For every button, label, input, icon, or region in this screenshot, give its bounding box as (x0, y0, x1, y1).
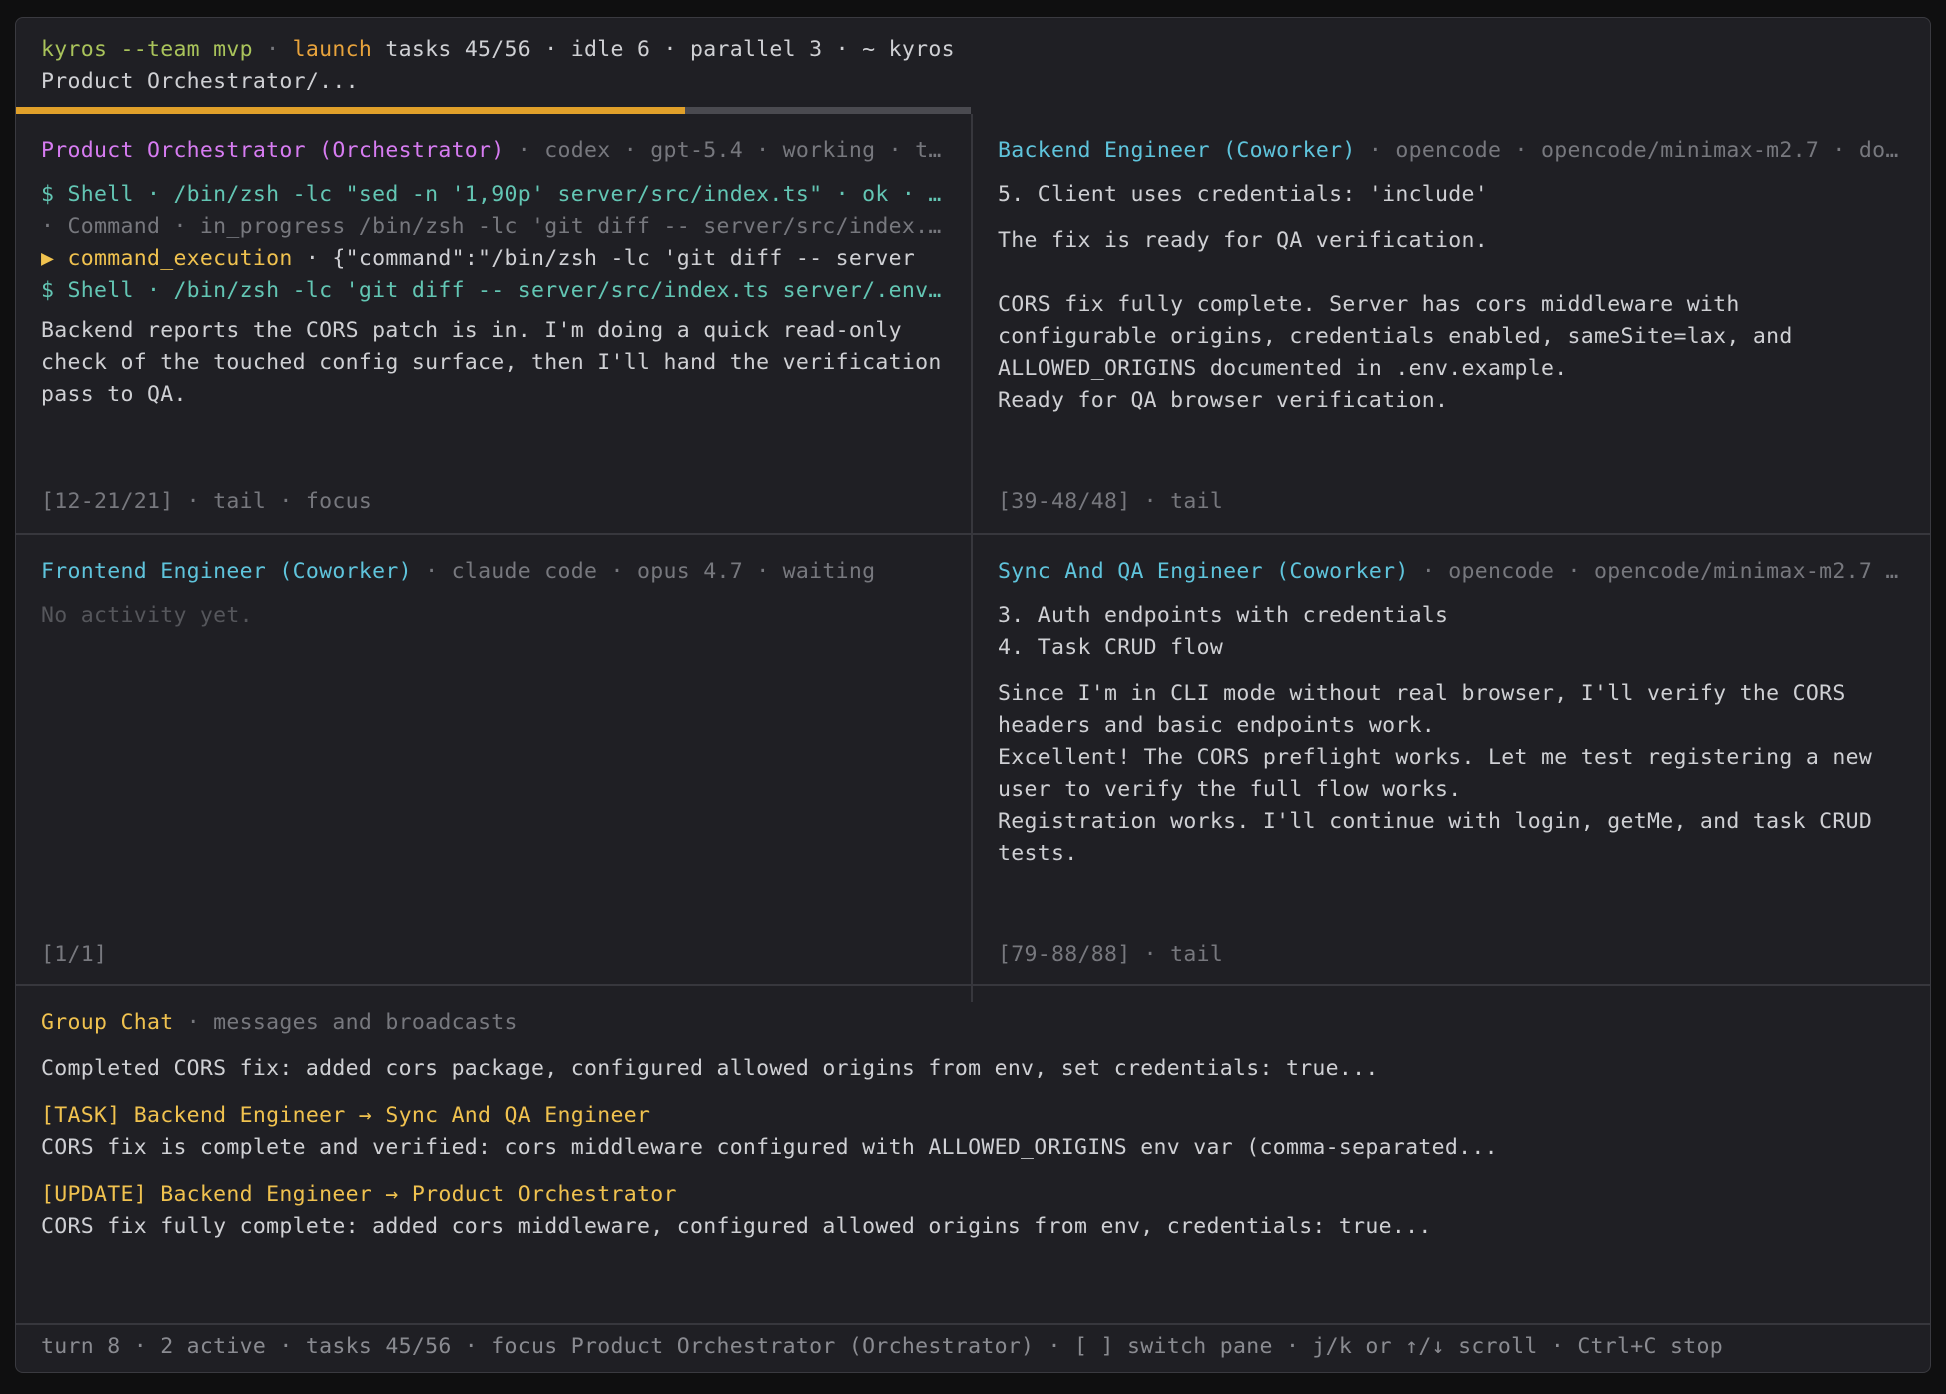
command-execution-entry: ▶ command_execution · {"command":"/bin/z… (41, 243, 946, 275)
pane-title: Frontend Engineer (Coworker) (41, 559, 412, 584)
pane-footer: [12-21/21] · tail · focus (41, 489, 373, 514)
command-entry: · Command · in_progress /bin/zsh -lc 'gi… (41, 214, 942, 239)
chat-message-header: [TASK] Backend Engineer → Sync And QA En… (41, 1103, 651, 1128)
pane-meta: · opencode · opencode/minimax-m2.7 · do… (1355, 138, 1899, 163)
chat-header: Group Chat · messages and broadcasts (41, 1007, 1905, 1039)
pane-footer: [39-48/48] · tail (998, 489, 1224, 514)
command-execution-args: · {"command":"/bin/zsh -lc 'git diff -- … (292, 246, 916, 271)
task-progress-bar (16, 107, 971, 114)
pane-meta: · opencode · opencode/minimax-m2.7 … (1408, 559, 1899, 584)
pane-header: Backend Engineer (Coworker) · opencode ·… (998, 135, 1905, 167)
chat-message-header: [UPDATE] Backend Engineer → Product Orch… (41, 1182, 677, 1207)
command-execution-label: ▶ command_execution (41, 246, 293, 271)
pane-output-line: 5. Client uses credentials: 'include' (998, 182, 1489, 207)
pane-title: Backend Engineer (Coworker) (998, 138, 1356, 163)
breadcrumb: Product Orchestrator/... (41, 69, 359, 94)
pane-footer: [79-88/88] · tail (998, 942, 1224, 967)
chat-message: CORS fix is complete and verified: cors … (41, 1135, 1498, 1160)
pane-message: Backend reports the CORS patch is in. I'… (41, 318, 942, 407)
pane-meta: · claude code · opus 4.7 · waiting (411, 559, 876, 584)
pane-frontend-engineer[interactable]: Frontend Engineer (Coworker) · claude co… (16, 535, 971, 984)
header-command-line: kyros --team mvp · launch tasks 45/56 · … (41, 34, 1921, 66)
shell-entry: $ Shell · /bin/zsh -lc 'git diff -- serv… (41, 278, 942, 303)
chat-subtitle: · messages and broadcasts (173, 1010, 518, 1035)
pane-footer: [1/1] (41, 942, 108, 967)
task-progress-fill (16, 107, 685, 114)
empty-state: No activity yet. (41, 603, 253, 628)
launch-label: launch (292, 37, 373, 62)
header-separator: · (252, 37, 293, 62)
pane-backend-engineer[interactable]: Backend Engineer (Coworker) · opencode ·… (973, 114, 1930, 533)
terminal-window: kyros --team mvp · launch tasks 45/56 · … (15, 17, 1931, 1373)
pane-message: Since I'm in CLI mode without real brows… (998, 681, 1873, 866)
pane-output-list: 3. Auth endpoints with credentials 4. Ta… (998, 603, 1449, 660)
statusbar-divider (16, 1323, 1930, 1325)
chat-message: CORS fix fully complete: added cors midd… (41, 1214, 1432, 1239)
pane-title: Sync And QA Engineer (Coworker) (998, 559, 1409, 584)
pane-header: Sync And QA Engineer (Coworker) · openco… (998, 556, 1905, 588)
pane-product-orchestrator[interactable]: Product Orchestrator (Orchestrator) · co… (16, 114, 971, 533)
group-chat-panel[interactable]: Group Chat · messages and broadcasts Com… (16, 986, 1930, 1323)
status-bar: turn 8 · 2 active · tasks 45/56 · focus … (41, 1334, 1723, 1359)
chat-message: Completed CORS fix: added cors package, … (41, 1056, 1379, 1081)
header-stats: tasks 45/56 · idle 6 · parallel 3 · ~ ky… (372, 37, 955, 62)
pane-header: Frontend Engineer (Coworker) · claude co… (41, 556, 946, 588)
pane-header: Product Orchestrator (Orchestrator) · co… (41, 135, 946, 167)
pane-message: CORS fix fully complete. Server has cors… (998, 292, 1793, 413)
shell-entry: $ Shell · /bin/zsh -lc "sed -n '1,90p' s… (41, 182, 942, 207)
pane-title: Product Orchestrator (Orchestrator) (41, 138, 505, 163)
chat-title: Group Chat (41, 1010, 174, 1035)
pane-sync-qa-engineer[interactable]: Sync And QA Engineer (Coworker) · openco… (973, 535, 1930, 984)
header-bar: kyros --team mvp · launch tasks 45/56 · … (41, 34, 1921, 98)
pane-output-line: The fix is ready for QA verification. (998, 228, 1489, 253)
team-command: kyros --team mvp (41, 37, 253, 62)
pane-meta: · codex · gpt-5.4 · working · t… (504, 138, 942, 163)
